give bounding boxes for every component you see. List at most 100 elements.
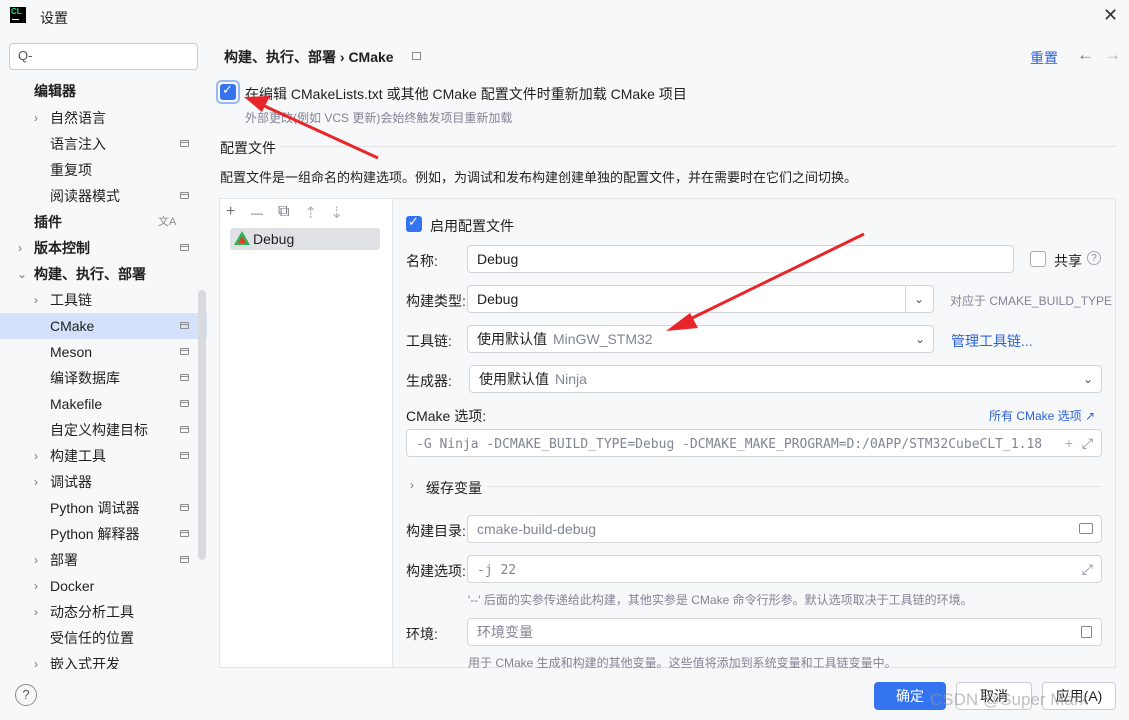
environment-input[interactable]: 环境变量	[467, 618, 1102, 646]
sidebar-item-makefile[interactable]: Makefile	[0, 391, 207, 417]
build-dir-value: cmake-build-debug	[477, 521, 597, 537]
edit-list-icon[interactable]	[1081, 626, 1092, 638]
copy-profile-icon[interactable]: ⧉	[278, 203, 289, 221]
sidebar-item-label: 构建、执行、部署	[34, 266, 146, 282]
sidebar-item-label: Makefile	[50, 396, 103, 412]
environment-label: 环境:	[406, 626, 438, 642]
sidebar-item-meson[interactable]: Meson	[0, 339, 207, 365]
chevron-down-icon: ⌄	[913, 292, 924, 306]
section-divider	[280, 146, 1116, 147]
toolchain-hint: MinGW_STM32	[553, 331, 653, 347]
settings-search-input[interactable]: Q-	[9, 43, 198, 70]
expand-icon[interactable]: ⤢	[1082, 430, 1093, 456]
sidebar-item-python-interpreter[interactable]: Python 解释器	[0, 521, 207, 547]
sidebar-item-label: 自定义构建目标	[50, 422, 148, 438]
generator-dropdown[interactable]: 使用默认值 Ninja ⌄	[469, 365, 1102, 393]
chevron-right-icon: ›	[34, 657, 38, 669]
sidebar-item-debugger[interactable]: › 调试器	[0, 469, 207, 495]
add-profile-icon[interactable]: +	[226, 203, 235, 221]
project-settings-icon	[180, 244, 189, 251]
project-settings-icon	[180, 504, 189, 511]
project-settings-icon	[180, 348, 189, 355]
sidebar-item-label: 自然语言	[50, 110, 106, 126]
sidebar-item-python-debugger[interactable]: Python 调试器	[0, 495, 207, 521]
help-icon[interactable]: ?	[15, 684, 37, 706]
window-title: 设置	[40, 10, 68, 26]
build-type-dropdown[interactable]: Debug ⌄	[467, 285, 934, 313]
build-options-label: 构建选项:	[406, 563, 466, 579]
sidebar-item-deployment[interactable]: › 部署	[0, 547, 207, 573]
chevron-right-icon: ›	[34, 475, 38, 489]
reset-link[interactable]: 重置	[1030, 48, 1058, 68]
sidebar-item-duplicates[interactable]: 重复项	[0, 157, 207, 183]
expand-icon[interactable]: ⤢	[1082, 556, 1093, 582]
insert-macro-icon[interactable]: +	[1065, 430, 1073, 456]
profile-list-item-label: Debug	[253, 231, 295, 247]
build-options-value: -j 22	[477, 563, 517, 578]
sidebar-item-label: Python 解释器	[50, 526, 140, 542]
cmake-options-input[interactable]: -G Ninja -DCMAKE_BUILD_TYPE=Debug -DCMAK…	[406, 429, 1102, 457]
project-settings-icon	[180, 530, 189, 537]
close-icon[interactable]: ✕	[1103, 5, 1118, 26]
sidebar-item-label: 受信任的位置	[50, 630, 134, 646]
section-divider	[487, 486, 1102, 487]
build-options-input[interactable]: -j 22 ⤢	[467, 555, 1102, 583]
sidebar-item-toolchains[interactable]: › 工具链	[0, 287, 207, 313]
generator-label: 生成器:	[406, 373, 452, 389]
back-arrow-icon[interactable]: ←	[1077, 45, 1094, 65]
sidebar-item-build-execution-deployment[interactable]: ⌄ 构建、执行、部署	[0, 261, 207, 287]
sidebar-item-compilation-database[interactable]: 编译数据库	[0, 365, 207, 391]
title-bar	[0, 0, 1129, 32]
chevron-right-icon: ›	[34, 111, 38, 125]
share-checkbox[interactable]	[1030, 251, 1046, 267]
move-down-icon[interactable]: ⇣	[330, 203, 343, 223]
watermark: CSDN @Super Mark	[930, 690, 1089, 709]
sidebar-item-label: 语言注入	[50, 136, 106, 152]
all-cmake-options-link[interactable]: 所有 CMake 选项 ↗	[989, 407, 1095, 424]
sidebar-item-language-injection[interactable]: 语言注入	[0, 131, 207, 157]
cache-variables-toggle[interactable]: 缓存变量	[426, 478, 482, 498]
sidebar-item-label: 编译数据库	[50, 370, 120, 386]
chevron-right-icon: ›	[18, 241, 22, 255]
cmake-triangle-icon	[234, 231, 250, 245]
sidebar-item-label: 工具链	[50, 292, 92, 308]
chevron-down-icon: ⌄	[914, 332, 925, 346]
profiles-section-title: 配置文件	[220, 140, 276, 156]
sidebar-item-natural-languages[interactable]: › 自然语言	[0, 105, 207, 131]
folder-icon[interactable]	[1079, 523, 1093, 534]
build-dir-input[interactable]: cmake-build-debug	[467, 515, 1102, 543]
project-settings-icon	[180, 556, 189, 563]
search-icon: Q-	[18, 48, 33, 63]
manage-toolchains-link[interactable]: 管理工具链...	[951, 331, 1033, 351]
profile-name-input[interactable]: Debug	[467, 245, 1014, 273]
reload-cmake-checkbox[interactable]	[220, 82, 236, 100]
chevron-down-icon: ⌄	[17, 267, 28, 281]
profile-name-value: Debug	[477, 251, 519, 267]
enable-profile-checkbox[interactable]	[406, 214, 422, 232]
sidebar-item-dynamic-analysis-tools[interactable]: › 动态分析工具	[0, 599, 207, 625]
build-type-value: Debug	[477, 291, 519, 307]
sidebar-item-editor[interactable]: 编辑器	[0, 78, 207, 104]
remove-profile-icon[interactable]: —	[251, 206, 263, 220]
sidebar-scrollbar[interactable]	[198, 290, 206, 560]
chevron-right-icon[interactable]: ›	[410, 478, 414, 492]
sidebar-item-reader-mode[interactable]: 阅读器模式	[0, 183, 207, 209]
sidebar-item-cmake[interactable]: CMake	[0, 313, 207, 339]
build-type-hint: 对应于 CMAKE_BUILD_TYPE	[950, 294, 1113, 308]
sidebar-item-plugins[interactable]: 插件 文A	[0, 209, 207, 235]
sidebar-item-embedded-development[interactable]: › 嵌入式开发	[0, 651, 207, 669]
sidebar-item-version-control[interactable]: › 版本控制	[0, 235, 207, 261]
help-icon[interactable]: ?	[1087, 251, 1101, 265]
forward-arrow-icon[interactable]: →	[1104, 45, 1121, 65]
build-dir-label: 构建目录:	[406, 523, 466, 539]
environment-hint: 用于 CMake 生成和构建的其他变量。这些值将添加到系统变量和工具链变量中。	[468, 656, 897, 670]
build-type-label: 构建类型:	[406, 293, 466, 309]
sidebar-item-label: 嵌入式开发	[50, 656, 120, 669]
sidebar-item-label: Docker	[50, 578, 95, 594]
move-up-icon[interactable]: ⇡	[304, 203, 317, 223]
sidebar-item-docker[interactable]: › Docker	[0, 573, 207, 599]
sidebar-item-build-tools[interactable]: › 构建工具	[0, 443, 207, 469]
toolchain-dropdown[interactable]: 使用默认值 MinGW_STM32 ⌄	[467, 325, 934, 353]
sidebar-item-trusted-locations[interactable]: 受信任的位置	[0, 625, 207, 651]
sidebar-item-custom-build-targets[interactable]: 自定义构建目标	[0, 417, 207, 443]
